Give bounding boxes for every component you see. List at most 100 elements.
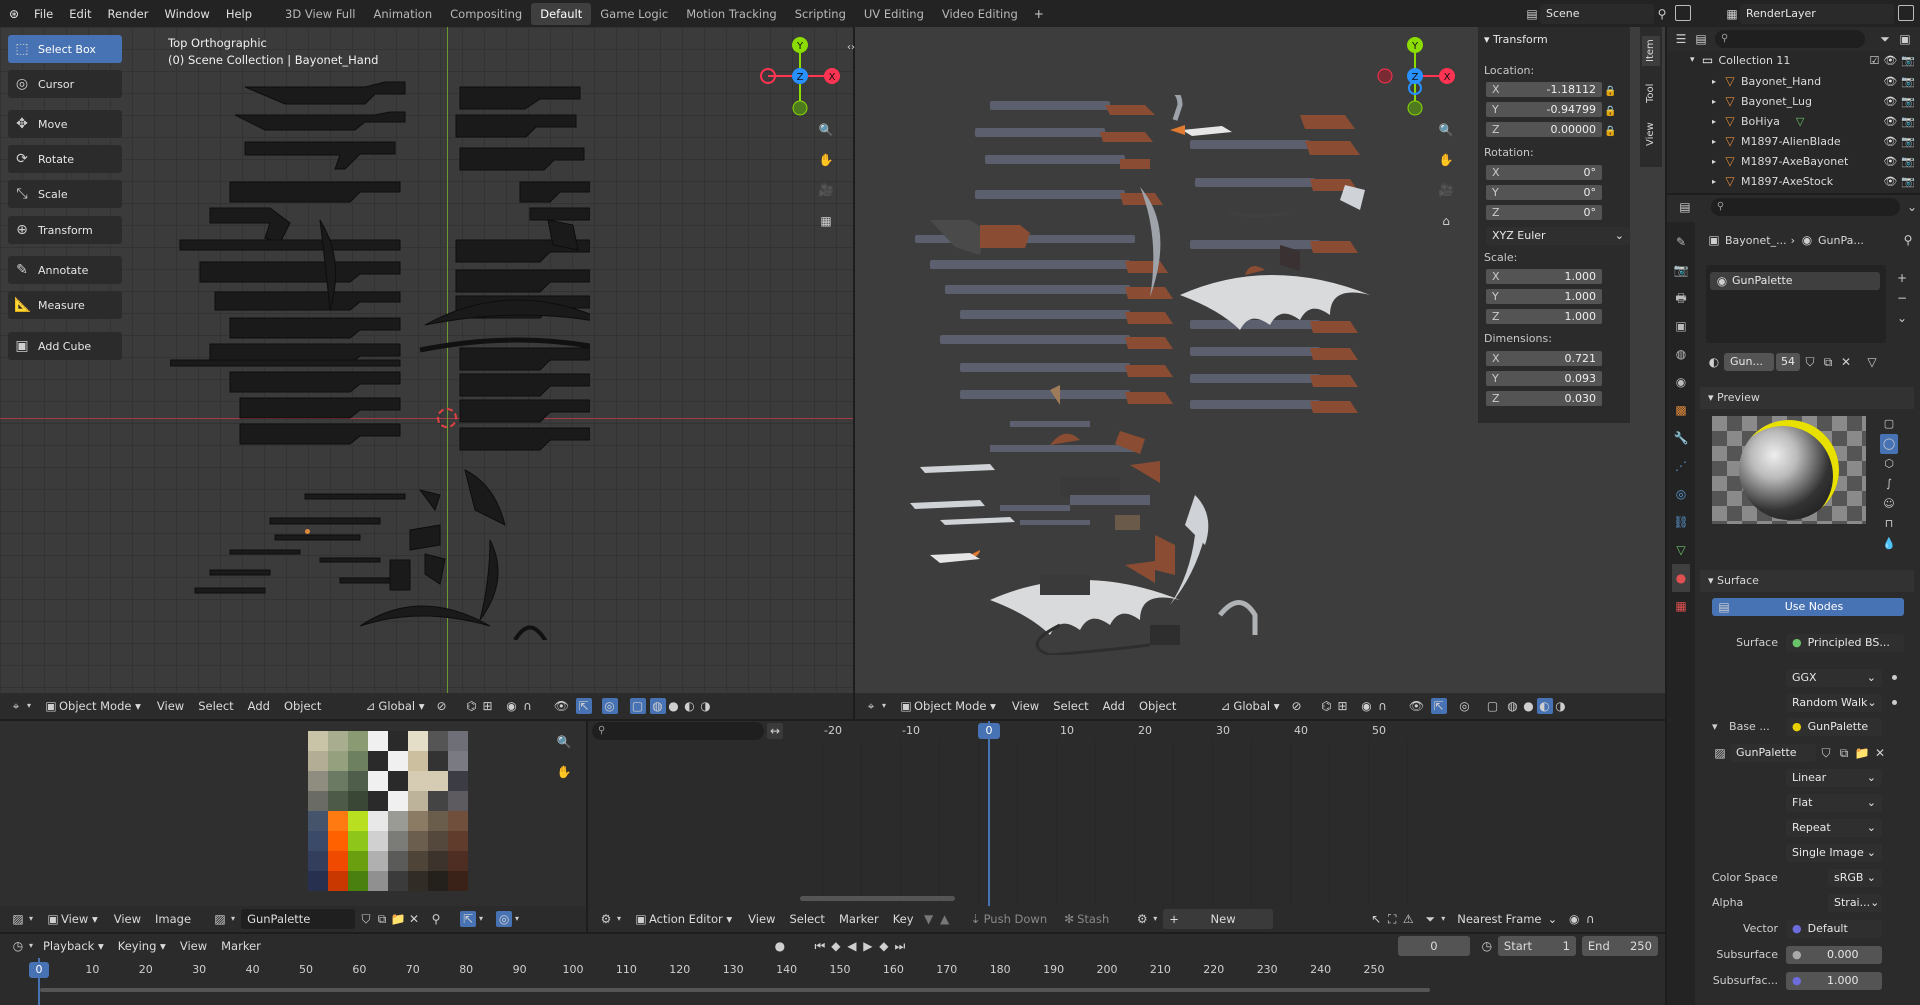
menu-view[interactable]: View	[1005, 699, 1046, 713]
camera-icon[interactable]: 🎥	[818, 182, 834, 198]
menu-file[interactable]: File	[26, 7, 61, 21]
action-editor-keyframe-area[interactable]	[786, 741, 1443, 906]
lock-icon[interactable]: 🔒	[1604, 82, 1620, 102]
image-zoom-icon[interactable]: 🔍	[556, 734, 572, 750]
wireframe-shading-icon[interactable]: ◍	[649, 698, 666, 714]
push-down-button[interactable]: ⇣ Push Down	[961, 911, 1055, 927]
overlay-icon[interactable]: ◎	[601, 698, 618, 714]
current-frame-field[interactable]: 0	[1397, 936, 1470, 956]
gizmo-toggle-icon[interactable]: ⇱	[1430, 698, 1447, 714]
preview-cloth-icon[interactable]: ⊓	[1880, 514, 1898, 534]
camera-icon[interactable]: 📷	[1901, 175, 1915, 188]
material-browse-icon[interactable]: ◐	[1706, 354, 1722, 370]
rotation-x-field[interactable]: X 0°	[1486, 165, 1602, 180]
menu-view[interactable]: View	[741, 912, 782, 926]
image-editor[interactable]	[0, 721, 586, 916]
scale-x-field[interactable]: X 1.000	[1486, 269, 1602, 284]
unlink-icon[interactable]: ✕	[1872, 745, 1888, 761]
base-color-label[interactable]: ▾ Base ...	[1712, 720, 1782, 733]
new-scene-icon[interactable]	[1675, 5, 1691, 21]
image-pan-icon[interactable]: ✋	[556, 764, 572, 780]
link-mode-icon[interactable]: ▽	[1864, 354, 1880, 370]
fake-user-icon[interactable]: ⛉	[1818, 745, 1834, 761]
menu-view[interactable]: View	[150, 699, 191, 713]
eye-icon[interactable]: 👁	[1883, 175, 1897, 188]
grid-icon[interactable]: ▦	[818, 213, 834, 229]
camera-icon[interactable]: 📷	[1901, 115, 1915, 128]
snap-mode-select[interactable]: Nearest Frame ⌄	[1451, 909, 1564, 929]
dropdown-arrow-icon[interactable]: ▾	[1150, 911, 1160, 927]
eye-icon[interactable]: 👁	[1883, 155, 1897, 168]
filter-icon[interactable]: ⏷	[1877, 31, 1893, 47]
proportional-icon[interactable]: ◉	[504, 698, 520, 714]
camera-icon[interactable]: 📷	[1901, 155, 1915, 168]
image-name-field[interactable]: GunPalette	[241, 909, 356, 929]
record-icon[interactable]: ●	[772, 938, 788, 954]
interpolation-down-icon[interactable]: ▼	[921, 911, 937, 927]
open-folder-icon[interactable]: 📁	[390, 911, 406, 927]
interpolation-select[interactable]: Linear ⌄	[1786, 769, 1882, 787]
mode-selector[interactable]: ▣ Object Mode ▾	[892, 696, 1002, 716]
editor-type-icon[interactable]: ⌖	[863, 698, 879, 714]
dropdown-arrow-icon[interactable]: ▾	[476, 911, 486, 927]
visibility-icon[interactable]: 👁	[1409, 698, 1425, 714]
transform-panel-title[interactable]: ▾ Transform	[1484, 33, 1548, 46]
use-nodes-button[interactable]: ▤ Use Nodes	[1712, 598, 1904, 616]
action-editor-current-frame[interactable]: 0	[978, 723, 1000, 739]
xray-icon[interactable]: ▢	[1485, 698, 1501, 714]
preview-sphere-icon[interactable]: ◯	[1880, 434, 1898, 454]
unlink-icon[interactable]: ✕	[1838, 354, 1854, 370]
fake-user-icon[interactable]: ⛉	[1802, 354, 1818, 370]
editor-type-icon[interactable]: ⌖	[8, 698, 24, 714]
vector-field[interactable]: ● Default	[1786, 920, 1882, 938]
camera-icon[interactable]: 📷	[1901, 135, 1915, 148]
constraints-tab-icon[interactable]: ⛓	[1672, 508, 1690, 536]
perspective-icon-right[interactable]: ⌂	[1438, 213, 1454, 229]
outliner-item[interactable]: ▸ ▽ BoHiya ▽ 👁 📷	[1712, 113, 1915, 129]
proportional-icon[interactable]: ◉	[1359, 698, 1375, 714]
outliner-item[interactable]: ▸ ▽ M1897-AxeStock 👁 📷	[1712, 173, 1915, 189]
image-browse-icon[interactable]: ▨	[212, 911, 228, 927]
preview-flat-icon[interactable]: ▢	[1880, 414, 1898, 434]
falloff-icon[interactable]: ∩	[1375, 698, 1391, 714]
add-workspace-icon[interactable]: +	[1031, 6, 1047, 22]
editor-type-icon[interactable]: ◷	[10, 938, 26, 954]
lock-icon[interactable]: 🔒	[1604, 122, 1620, 142]
action-editor-scrollbar[interactable]	[800, 896, 955, 901]
wireframe-shading-icon[interactable]: ◍	[1505, 698, 1521, 714]
render-layer-name[interactable]: RenderLayer	[1740, 3, 1894, 24]
falloff-icon[interactable]: ∩	[1582, 911, 1598, 927]
outliner-item[interactable]: ▸ ▽ Bayonet_Lug 👁 📷	[1712, 93, 1915, 109]
dropdown-arrow-icon[interactable]: ▾	[1438, 911, 1448, 927]
rotation-mode-select[interactable]: XYZ Euler ⌄	[1486, 227, 1630, 245]
menu-key[interactable]: Key	[886, 912, 921, 926]
dropdown-arrow-icon[interactable]: ▾	[24, 698, 34, 714]
options-icon[interactable]: ⌄	[1904, 199, 1920, 215]
dimensions-y-field[interactable]: Y 0.093	[1486, 371, 1602, 386]
material-tab-icon[interactable]: ●	[1672, 564, 1690, 592]
preview-fluid-icon[interactable]: 💧	[1880, 534, 1898, 554]
tab-video-editing[interactable]: Video Editing	[933, 3, 1027, 25]
pan-hand-icon[interactable]: ✋	[818, 152, 834, 168]
source-select[interactable]: Single Image ⌄	[1786, 844, 1882, 862]
object-tab-icon[interactable]: ▩	[1672, 396, 1690, 424]
display-mode-icon[interactable]: ▤	[1693, 31, 1709, 47]
keying-menu[interactable]: Keying ▾	[111, 939, 173, 953]
dropdown-arrow-icon[interactable]: ▾	[512, 911, 522, 927]
rotation-z-field[interactable]: Z 0°	[1486, 205, 1602, 220]
rendered-shading-icon[interactable]: ◑	[1553, 698, 1569, 714]
extension-select[interactable]: Repeat ⌄	[1786, 819, 1882, 837]
snap-target-icon[interactable]: ⊞	[480, 698, 496, 714]
camera-icon[interactable]: 📷	[1901, 75, 1915, 88]
open-folder-icon[interactable]: 📁	[1854, 745, 1870, 761]
action-browse-icon[interactable]: ⚙	[1134, 911, 1150, 927]
data-tab-icon[interactable]: ▽	[1672, 536, 1690, 564]
expand-channels-icon[interactable]: ↔	[767, 723, 783, 739]
location-x-field[interactable]: X -1.18112	[1486, 82, 1602, 97]
add-slot-icon[interactable]: +	[1892, 268, 1912, 288]
zoom-icon[interactable]: 🔍	[818, 122, 834, 138]
cursor-tool[interactable]: ◎ Cursor	[8, 70, 122, 98]
orientation-selector[interactable]: ⊿ Global ▾	[356, 696, 431, 716]
proportional-icon[interactable]: ◉	[1566, 911, 1582, 927]
measure-tool[interactable]: 📐 Measure	[8, 291, 122, 319]
